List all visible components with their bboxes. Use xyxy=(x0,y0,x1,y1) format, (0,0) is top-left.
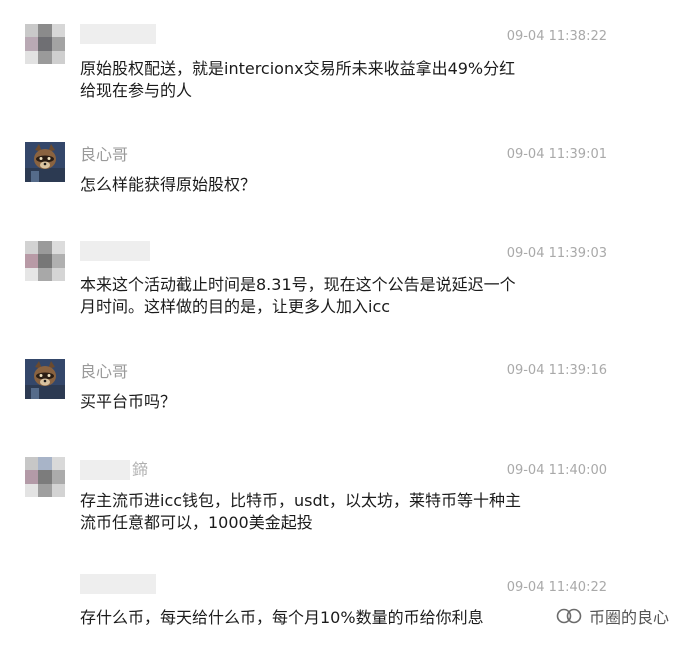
message-line: 存什么币，每天给什么币，每个月10%数量的币给你利息 xyxy=(80,608,484,627)
message-line: 原始股权配送，就是intercionx交易所未来收益拿出49%分红 xyxy=(80,59,516,78)
sender-name-partial: 鍗 xyxy=(132,460,149,479)
message-timestamp: 09-04 11:39:03 xyxy=(506,246,607,261)
sender-name xyxy=(80,574,156,594)
avatar[interactable] xyxy=(25,24,65,64)
message-timestamp: 09-04 11:39:16 xyxy=(506,363,607,378)
avatar[interactable] xyxy=(25,359,65,399)
watermark-text: 币圈的良心 xyxy=(588,608,669,627)
raccoon-avatar-icon xyxy=(25,359,65,399)
avatar[interactable] xyxy=(25,457,65,497)
watermark: 币圈的良心 xyxy=(555,604,669,628)
sender-name xyxy=(80,24,156,44)
message-timestamp: 09-04 11:40:00 xyxy=(506,463,607,478)
message-line: 给现在参与的人 xyxy=(80,81,193,100)
message-text: 本来这个活动截止时间是8.31号，现在这个公告是说延迟一个 月时间。这样做的目的… xyxy=(80,274,595,318)
message-text: 买平台币吗？ xyxy=(80,391,595,413)
message-line: 怎么样能获得原始股权？ xyxy=(80,175,257,194)
message-line: 买平台币吗？ xyxy=(80,392,177,411)
wechat-official-account-icon xyxy=(555,606,583,626)
raccoon-avatar-icon xyxy=(25,142,65,182)
message-line: 本来这个活动截止时间是8.31号，现在这个公告是说延迟一个 xyxy=(80,275,516,294)
message-line: 流币任意都可以，1000美金起投 xyxy=(80,513,313,532)
sender-name xyxy=(80,241,150,261)
sender-name: 良心哥 xyxy=(80,145,129,164)
message-timestamp: 09-04 11:40:22 xyxy=(506,580,607,595)
message-text: 存主流币进icc钱包，比特币，usdt，以太坊，莱特币等十种主 流币任意都可以，… xyxy=(80,490,595,534)
message-timestamp: 09-04 11:38:22 xyxy=(506,29,607,44)
message-text: 存什么币，每天给什么币，每个月10%数量的币给你利息 xyxy=(80,607,595,629)
sender-name xyxy=(80,460,130,480)
message-text: 原始股权配送，就是intercionx交易所未来收益拿出49%分红 给现在参与的… xyxy=(80,58,595,102)
avatar[interactable] xyxy=(25,241,65,281)
message-line: 存主流币进icc钱包，比特币，usdt，以太坊，莱特币等十种主 xyxy=(80,491,521,510)
message-line: 月时间。这样做的目的是，让更多人加入icc xyxy=(80,297,391,316)
sender-name: 良心哥 xyxy=(80,362,129,381)
message-timestamp: 09-04 11:39:01 xyxy=(506,147,607,162)
avatar[interactable] xyxy=(25,142,65,182)
message-text: 怎么样能获得原始股权？ xyxy=(80,174,595,196)
